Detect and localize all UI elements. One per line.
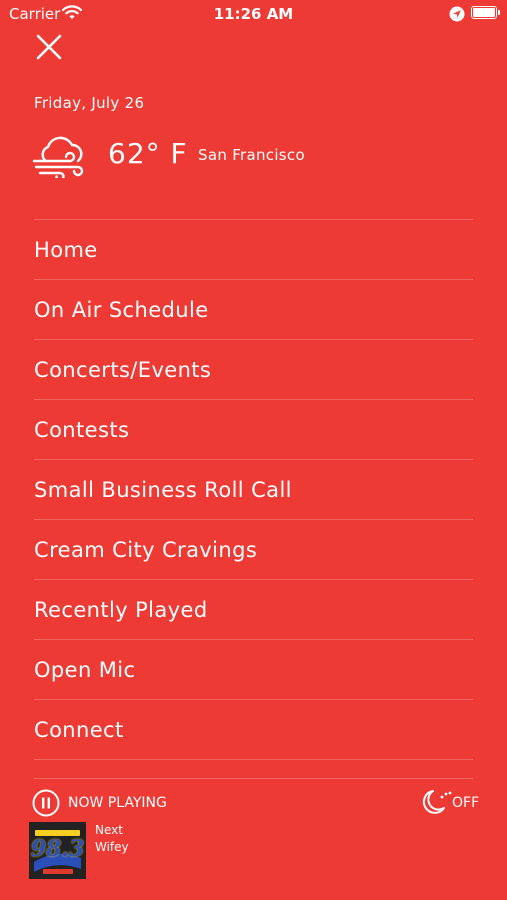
battery-icon — [471, 6, 500, 19]
track-artist: Wifey — [95, 840, 129, 854]
menu-item-contests[interactable]: Contests — [34, 400, 473, 460]
station-logo-text: 98.3 — [30, 836, 85, 862]
sleep-timer-label[interactable]: OFF — [452, 795, 479, 811]
menu-item-connect[interactable]: Connect — [34, 700, 473, 760]
cloudy-windy-icon — [32, 136, 86, 182]
menu-item-concerts-events[interactable]: Concerts/Events — [34, 340, 473, 400]
close-icon — [36, 34, 62, 60]
station-artwork[interactable]: 98.3 — [29, 822, 86, 879]
temperature: 62° F — [108, 137, 188, 170]
now-playing-label: NOW PLAYING — [68, 795, 167, 811]
city-label: San Francisco — [198, 146, 305, 164]
track-title: Next — [95, 823, 123, 837]
pause-button[interactable] — [32, 789, 60, 821]
status-bar: Carrier 11:26 AM — [0, 0, 507, 28]
menu-item-cream-city-cravings[interactable]: Cream City Cravings — [34, 520, 473, 580]
sleep-timer-button[interactable] — [420, 788, 452, 820]
menu-item-on-air-schedule[interactable]: On Air Schedule — [34, 280, 473, 340]
date-label: Friday, July 26 — [34, 94, 145, 112]
close-button[interactable] — [33, 31, 65, 63]
menu-item-recently-played[interactable]: Recently Played — [34, 580, 473, 640]
clock: 11:26 AM — [213, 5, 294, 23]
menu-item-small-business-roll-call[interactable]: Small Business Roll Call — [34, 460, 473, 520]
pause-icon — [32, 789, 60, 817]
divider — [34, 778, 473, 779]
menu-item-open-mic[interactable]: Open Mic — [34, 640, 473, 700]
sleep-timer-icon — [422, 790, 452, 814]
location-arrow-icon — [449, 6, 465, 26]
menu-item-home[interactable]: Home — [34, 220, 473, 280]
nav-menu: Home On Air Schedule Concerts/Events Con… — [34, 219, 473, 760]
